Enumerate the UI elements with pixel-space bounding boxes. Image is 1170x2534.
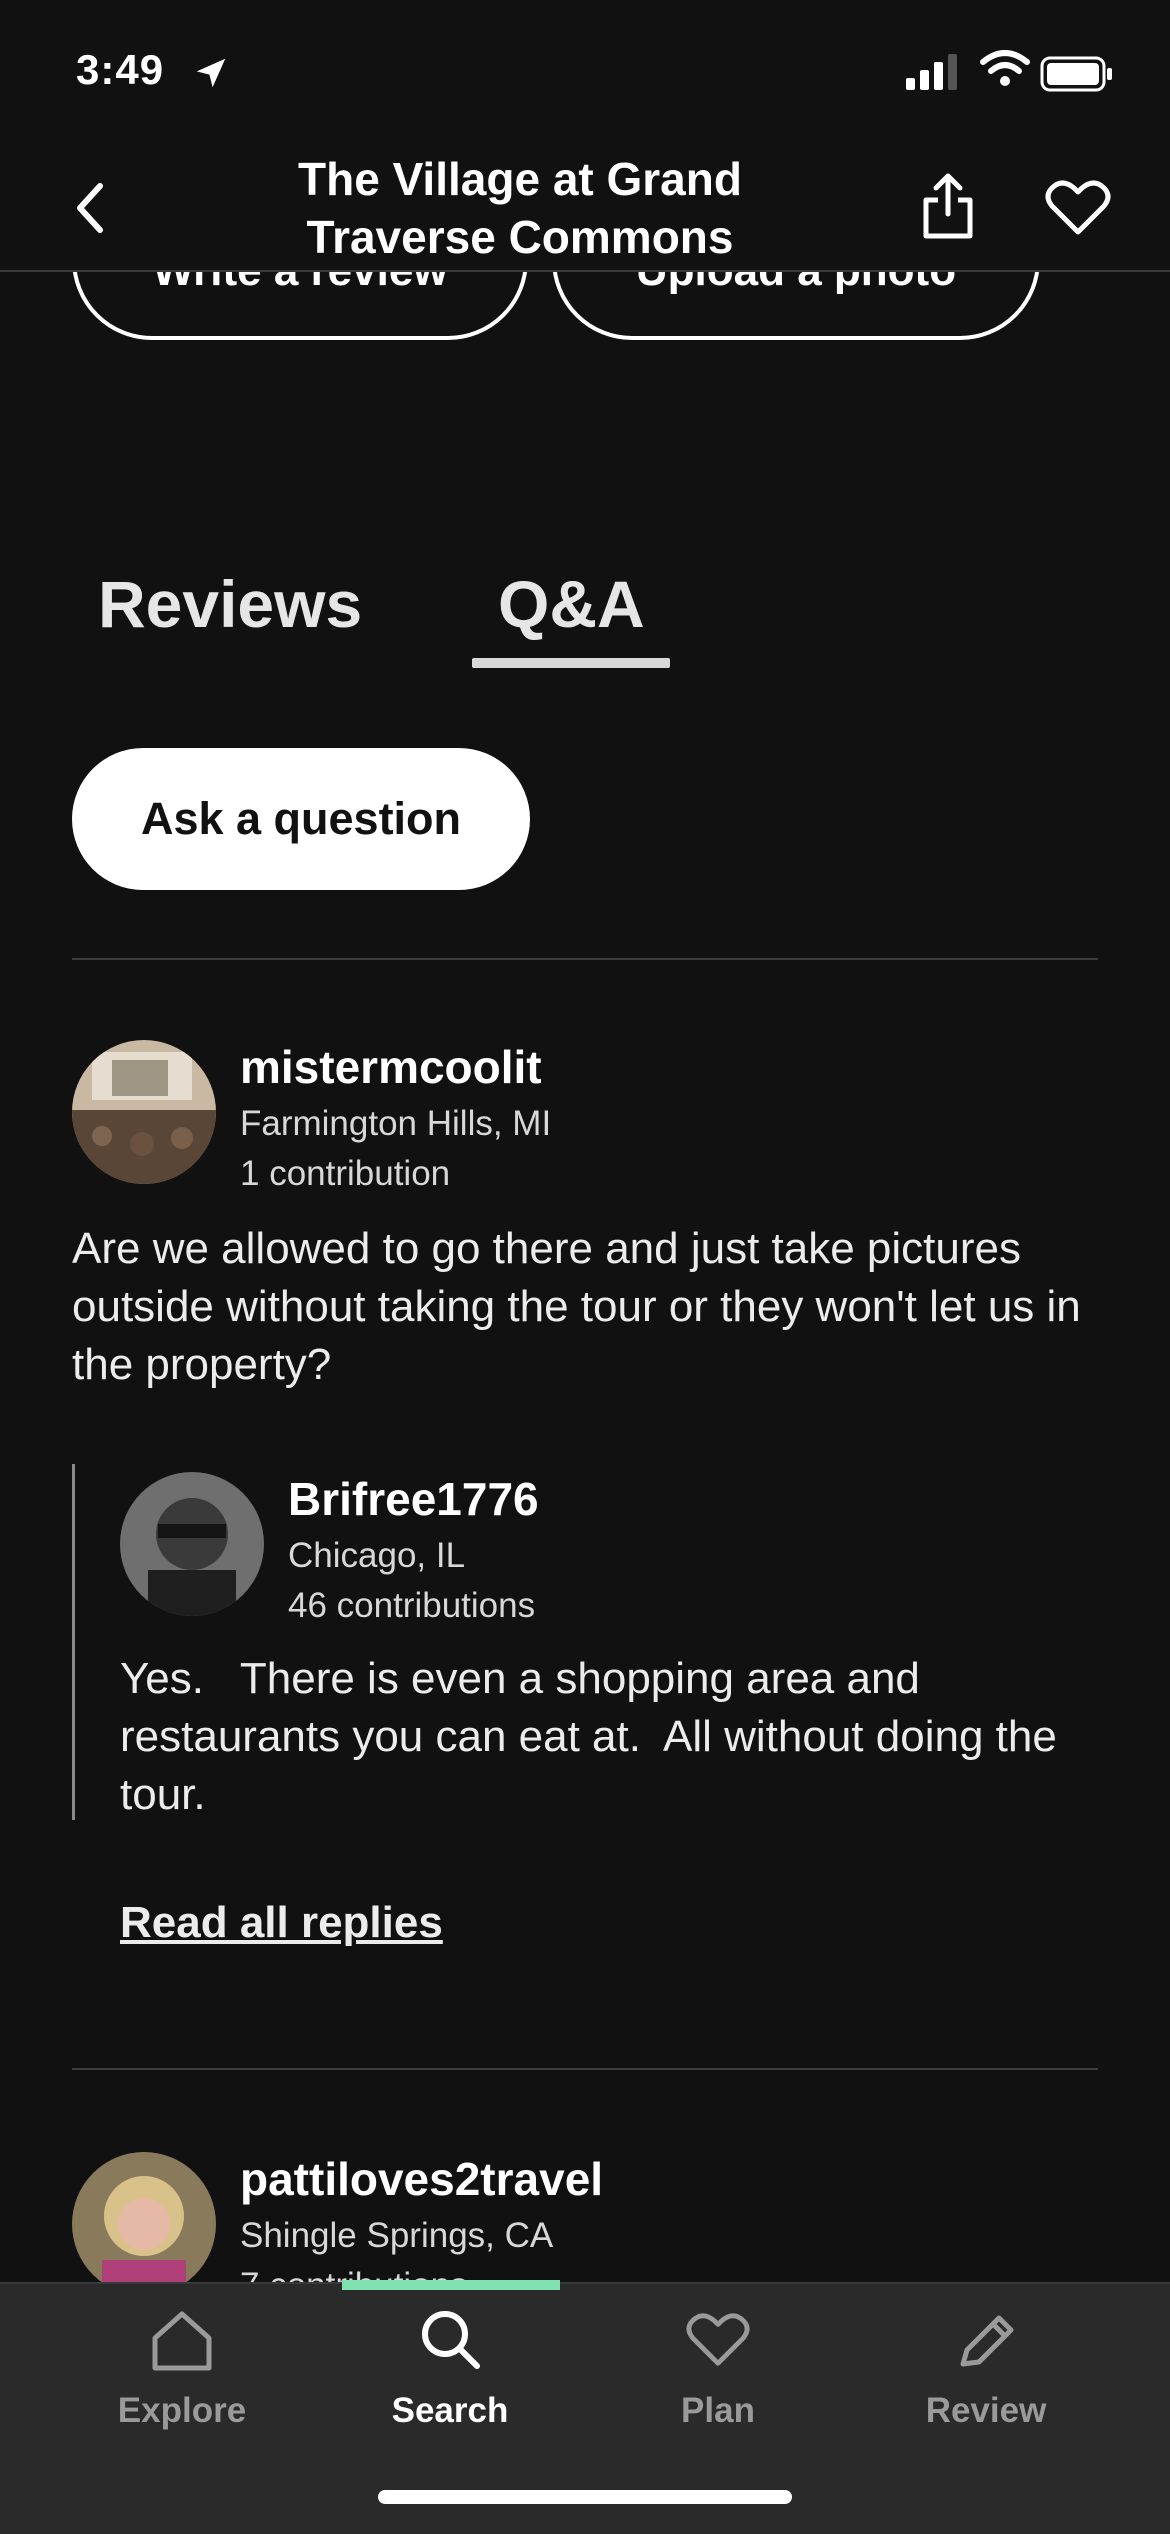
divider xyxy=(72,958,1098,960)
avatar-photo-concert xyxy=(72,1040,216,1184)
back-chevron-icon[interactable] xyxy=(66,178,116,238)
read-all-replies-link[interactable]: Read all replies xyxy=(120,1898,443,1948)
tab-reviews[interactable]: Reviews xyxy=(98,566,362,642)
page-title: The Village at Grand Traverse Commons xyxy=(240,150,800,266)
reply-text: Yes. There is even a shopping area and r… xyxy=(120,1654,1070,1819)
reply-avatar[interactable] xyxy=(120,1472,264,1616)
nav-plan[interactable]: Plan xyxy=(598,2308,838,2431)
nav-search-label: Search xyxy=(391,2391,509,2430)
question-user-name[interactable]: mistermcoolit xyxy=(240,1040,542,1094)
avatar[interactable] xyxy=(72,1040,216,1184)
status-time: 3:49 xyxy=(76,46,165,93)
question-user-name[interactable]: pattiloves2travel xyxy=(240,2152,603,2206)
question-user-location: Shingle Springs, CA xyxy=(240,2216,554,2255)
reply-user-name[interactable]: Brifree1776 xyxy=(288,1472,539,1526)
location-arrow-icon xyxy=(196,58,226,88)
nav-review-label: Review xyxy=(925,2391,1047,2430)
question-text: Are we allowed to go there and just take… xyxy=(72,1224,1081,1389)
nav-search[interactable]: Search xyxy=(330,2308,570,2431)
reply-rule xyxy=(72,1464,75,1820)
question-user-location: Farmington Hills, MI xyxy=(240,1104,552,1143)
page-title-line1: The Village at Grand xyxy=(298,153,742,205)
battery-icon xyxy=(1040,56,1112,92)
divider xyxy=(72,2068,1098,2070)
home-icon xyxy=(152,2311,212,2371)
reply-user-contributions: 46 contributions xyxy=(288,1586,536,1625)
avatar[interactable] xyxy=(72,2152,216,2296)
tab-qa[interactable]: Q&A xyxy=(498,566,645,642)
nav-plan-label: Plan xyxy=(681,2391,755,2430)
ask-question-button[interactable]: Ask a question xyxy=(72,748,530,890)
wifi-icon xyxy=(980,50,1030,86)
active-tab-indicator xyxy=(342,2280,560,2290)
question-user-contributions: 1 contribution xyxy=(240,1154,451,1193)
cellular-signal-icon xyxy=(906,54,957,90)
search-icon xyxy=(422,2311,480,2369)
header-divider xyxy=(0,270,1170,272)
avatar-photo-man xyxy=(120,1472,264,1616)
share-icon[interactable] xyxy=(918,172,978,242)
heart-icon xyxy=(686,2313,750,2366)
nav-explore-label: Explore xyxy=(117,2391,247,2430)
tab-selected-indicator xyxy=(472,658,670,668)
avatar-photo-woman xyxy=(72,2152,216,2296)
nav-review[interactable]: Review xyxy=(866,2308,1106,2431)
save-heart-icon[interactable] xyxy=(1044,178,1112,238)
home-indicator[interactable] xyxy=(378,2490,792,2504)
reply-user-location: Chicago, IL xyxy=(288,1536,466,1575)
pencil-icon xyxy=(960,2315,1014,2367)
nav-explore[interactable]: Explore xyxy=(62,2308,302,2431)
page-title-line2: Traverse Commons xyxy=(306,211,734,263)
